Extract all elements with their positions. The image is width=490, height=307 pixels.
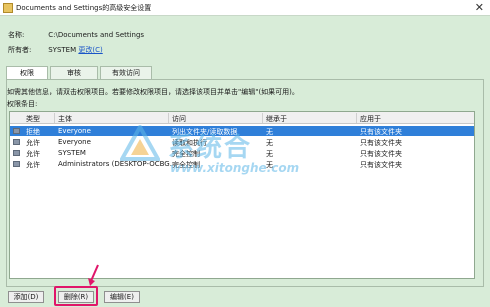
table-row[interactable]: 拒绝 Everyone 列出文件夹/读取数据 无 只有该文件夹	[10, 126, 474, 136]
row-type: 允许	[26, 139, 40, 147]
title-bar: Documents and Settings的高级安全设置 ✕	[0, 0, 490, 16]
user-icon	[13, 139, 20, 145]
name-row: 名称: C:\Documents and Settings	[8, 30, 144, 40]
user-icon	[13, 161, 20, 167]
list-header: 类型 主体 访问 继承于 应用于	[10, 112, 474, 124]
column-access[interactable]: 访问	[172, 114, 186, 124]
table-row[interactable]: 允许 Administrators (DESKTOP-OCBG... 完全控制 …	[10, 159, 474, 169]
owner-value: SYSTEM	[48, 46, 77, 54]
permission-entries-label: 权限条目:	[7, 100, 38, 108]
close-icon[interactable]: ✕	[475, 1, 484, 14]
row-access: 列出文件夹/读取数据	[172, 128, 238, 136]
column-type[interactable]: 类型	[26, 114, 40, 124]
remove-button-highlight	[54, 286, 98, 306]
row-principal: Administrators (DESKTOP-OCBG...	[58, 160, 177, 168]
folder-icon	[3, 3, 13, 13]
row-type: 拒绝	[26, 128, 40, 136]
permission-entries-list[interactable]: 类型 主体 访问 继承于 应用于 拒绝 Everyone 列出文件夹/读取数据 …	[9, 111, 475, 279]
row-type: 允许	[26, 161, 40, 169]
name-value: C:\Documents and Settings	[48, 31, 145, 39]
row-applies: 只有该文件夹	[360, 139, 402, 147]
description-text: 如需其他信息，请双击权限项目。若要修改权限项目，请选择该项目并单击"编辑"(如果…	[7, 88, 299, 96]
table-row[interactable]: 允许 SYSTEM 完全控制 无 只有该文件夹	[10, 148, 474, 158]
edit-button[interactable]: 编辑(E)	[104, 291, 140, 303]
table-row[interactable]: 允许 Everyone 读取和执行 无 只有该文件夹	[10, 137, 474, 147]
row-principal: Everyone	[58, 127, 91, 135]
row-principal: SYSTEM	[58, 149, 86, 157]
column-principal[interactable]: 主体	[58, 114, 72, 124]
row-inherited: 无	[266, 161, 273, 169]
advanced-security-window: Documents and Settings的高级安全设置 ✕ 名称: C:\D…	[0, 0, 490, 307]
column-applies-to[interactable]: 应用于	[360, 114, 381, 124]
owner-row: 所有者: SYSTEM 更改(C)	[8, 45, 103, 55]
window-title: Documents and Settings的高级安全设置	[16, 4, 152, 12]
row-principal: Everyone	[58, 138, 91, 146]
change-owner-link[interactable]: 更改(C)	[78, 46, 102, 54]
add-button[interactable]: 添加(D)	[8, 291, 44, 303]
row-inherited: 无	[266, 150, 273, 158]
row-inherited: 无	[266, 128, 273, 136]
user-icon	[13, 128, 20, 134]
column-inherited-from[interactable]: 继承于	[266, 114, 287, 124]
row-access: 读取和执行	[172, 139, 207, 147]
row-type: 允许	[26, 150, 40, 158]
row-access: 完全控制	[172, 161, 200, 169]
tab-permissions[interactable]: 权限	[6, 66, 48, 80]
owner-label: 所有者:	[8, 46, 32, 54]
row-applies: 只有该文件夹	[360, 128, 402, 136]
row-applies: 只有该文件夹	[360, 161, 402, 169]
name-label: 名称:	[8, 31, 25, 39]
pointer-arrow-icon	[88, 264, 99, 286]
row-access: 完全控制	[172, 150, 200, 158]
row-applies: 只有该文件夹	[360, 150, 402, 158]
user-icon	[13, 150, 20, 156]
tab-auditing[interactable]: 审核	[50, 66, 98, 79]
tab-effective-access[interactable]: 有效访问	[100, 66, 152, 79]
row-inherited: 无	[266, 139, 273, 147]
